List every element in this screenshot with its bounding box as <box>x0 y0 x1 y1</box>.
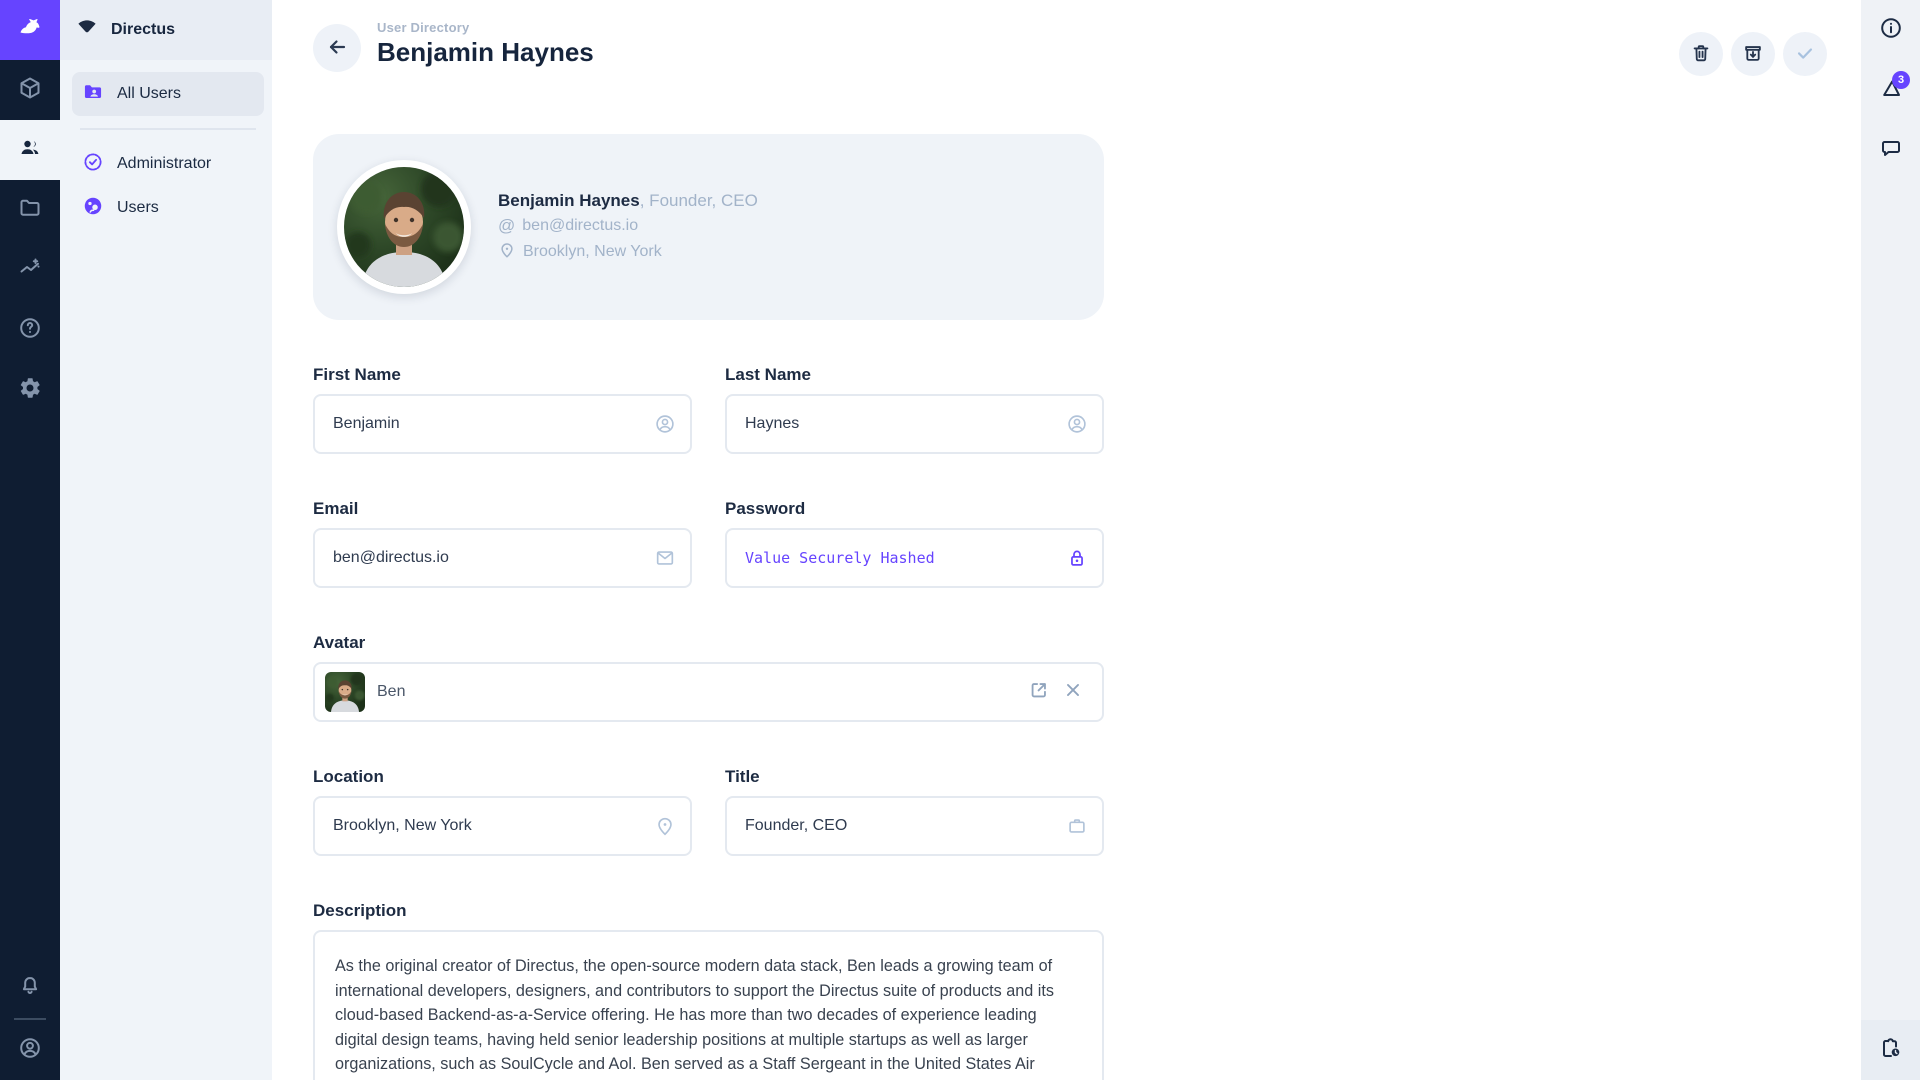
nav-item-label: All Users <box>117 85 181 103</box>
field-label: Password <box>725 499 1104 519</box>
field-last-name: Last Name <box>725 365 1104 454</box>
card-user-email: ben@directus.io <box>522 217 638 235</box>
info-icon <box>1879 16 1903 45</box>
comments-sidebar-button[interactable] <box>1861 120 1920 180</box>
briefcase-icon <box>1066 815 1088 837</box>
field-password: Password <box>725 499 1104 588</box>
rabbit-icon <box>18 16 42 45</box>
card-user-name: Benjamin Haynes <box>498 191 640 210</box>
notification-count-badge: 3 <box>1892 71 1910 89</box>
cube-icon <box>18 76 42 105</box>
notifications-bell-button[interactable] <box>0 958 60 1018</box>
module-bar <box>0 0 60 1080</box>
page-title: Benjamin Haynes <box>377 37 594 68</box>
account-button[interactable] <box>0 1020 60 1080</box>
module-files[interactable] <box>0 180 60 240</box>
nav-item-label: Administrator <box>117 155 211 173</box>
card-user-location: Brooklyn, New York <box>523 243 662 261</box>
map-pin-icon <box>654 815 676 837</box>
save-button[interactable] <box>1783 32 1827 76</box>
launch-icon[interactable] <box>1028 679 1050 706</box>
right-sidebar: 3 <box>1861 0 1920 1080</box>
header-actions <box>1679 32 1827 76</box>
at-icon: @ <box>498 217 515 234</box>
field-label: Location <box>313 767 692 787</box>
main-content: User Directory Benjamin Haynes <box>272 0 1861 1080</box>
field-description: Description As the original creator of D… <box>313 901 1104 1080</box>
notifications-sidebar-button[interactable]: 3 <box>1861 60 1920 120</box>
field-avatar: Avatar Ben <box>313 633 1104 722</box>
module-content[interactable] <box>0 60 60 120</box>
nav-item-all-users[interactable]: All Users <box>72 72 264 116</box>
user-card: Benjamin Haynes, Founder, CEO @ ben@dire… <box>313 134 1104 320</box>
first-name-input[interactable] <box>313 394 692 454</box>
project-header[interactable]: Directus <box>60 0 272 60</box>
module-help[interactable] <box>0 300 60 360</box>
account-circle-icon <box>1066 413 1088 435</box>
field-first-name: First Name <box>313 365 692 454</box>
field-email: Email <box>313 499 692 588</box>
directus-app: Directus All Users Administrator User <box>0 0 1920 1080</box>
location-input[interactable] <box>313 796 692 856</box>
info-sidebar-button[interactable] <box>1861 0 1920 60</box>
nav-sidebar: Directus All Users Administrator User <box>60 0 272 1080</box>
avatar-file-name: Ben <box>377 683 405 701</box>
field-label: Title <box>725 767 1104 787</box>
nav-item-administrator[interactable]: Administrator <box>72 142 264 186</box>
nav-item-users[interactable]: Users <box>72 186 264 230</box>
module-settings[interactable] <box>0 360 60 420</box>
nav-item-label: Users <box>117 199 159 217</box>
module-user-directory[interactable] <box>0 120 60 180</box>
comments-icon <box>1879 136 1903 165</box>
directus-logo-button[interactable] <box>0 0 60 60</box>
account-circle-icon <box>654 413 676 435</box>
close-icon[interactable] <box>1062 679 1084 706</box>
archive-icon <box>1742 42 1764 67</box>
description-textarea[interactable]: As the original creator of Directus, the… <box>313 930 1104 1080</box>
password-input[interactable] <box>725 528 1104 588</box>
card-user-role: , Founder, CEO <box>640 191 758 210</box>
field-label: Last Name <box>725 365 1104 385</box>
avatar <box>337 160 471 294</box>
check-icon <box>1794 42 1816 67</box>
revisions-button[interactable] <box>1861 1020 1920 1080</box>
chart-sparkle-icon <box>18 256 42 285</box>
wedge-icon <box>76 17 98 44</box>
module-insights[interactable] <box>0 240 60 300</box>
delete-button[interactable] <box>1679 32 1723 76</box>
email-input[interactable] <box>313 528 692 588</box>
bell-icon <box>18 974 42 1003</box>
revisions-icon <box>1879 1036 1903 1065</box>
back-button[interactable] <box>313 24 361 72</box>
avatar-file-input[interactable]: Ben <box>313 662 1104 722</box>
trash-icon <box>1690 42 1712 67</box>
folder-icon <box>18 196 42 225</box>
nav-divider <box>80 128 256 130</box>
folder-account-icon <box>82 81 104 108</box>
project-name: Directus <box>111 21 175 39</box>
field-title: Title <box>725 767 1104 856</box>
page-header: User Directory Benjamin Haynes <box>313 20 1861 72</box>
envelope-icon <box>654 547 676 569</box>
last-name-input[interactable] <box>725 394 1104 454</box>
map-pin-icon <box>498 241 516 264</box>
arrow-left-icon <box>325 35 349 62</box>
help-circle-icon <box>18 316 42 345</box>
field-label: Avatar <box>313 633 1104 653</box>
field-location: Location <box>313 767 692 856</box>
field-label: Description <box>313 901 1104 921</box>
archive-button[interactable] <box>1731 32 1775 76</box>
people-icon <box>18 136 42 165</box>
field-label: Email <box>313 499 692 519</box>
avatar-thumbnail <box>325 672 365 712</box>
gear-icon <box>18 376 42 405</box>
verified-badge-icon <box>82 151 104 178</box>
lock-icon <box>1066 547 1088 569</box>
user-face-icon <box>82 195 104 222</box>
account-circle-icon <box>18 1036 42 1065</box>
field-label: First Name <box>313 365 692 385</box>
breadcrumb[interactable]: User Directory <box>377 20 594 35</box>
title-input[interactable] <box>725 796 1104 856</box>
